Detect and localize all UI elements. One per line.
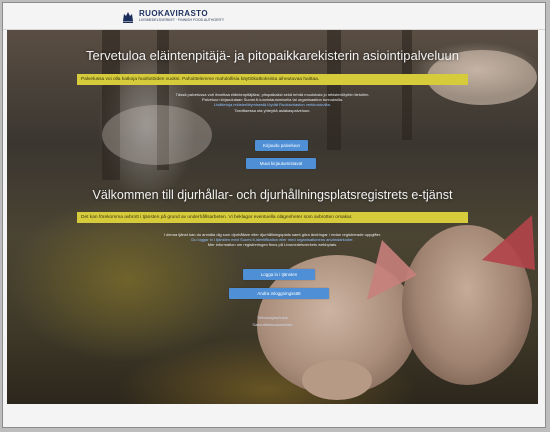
swedish-welcome-title: Välkommen till djurhållar- och djurhålln… (92, 188, 453, 202)
info-line: Mer information om registreringen finns … (207, 242, 338, 248)
browser-frame: RUOKAVIRASTO LIVSMEDELSVERKET · FINNISH … (2, 2, 546, 428)
swedish-maintenance-notice: Det kan förekomma avbrott i tjänsten på … (77, 212, 468, 223)
finnish-other-login-button[interactable]: Muut kirjautumistavat (246, 158, 316, 169)
accessibility-link[interactable]: Saavutettavuusseloste (7, 322, 538, 327)
ruokavirasto-logo[interactable]: RUOKAVIRASTO LIVSMEDELSVERKET · FINNISH … (121, 9, 224, 24)
finnish-maintenance-notice: Palvelussa voi olla katkoja huoltotöiden… (77, 74, 468, 85)
site-header: RUOKAVIRASTO LIVSMEDELSVERKET · FINNISH … (3, 3, 545, 30)
finnish-info-text: Tässä palvelussa voit ilmoittaa eläinten… (102, 92, 443, 113)
privacy-link[interactable]: Tietosuojaseloste (7, 315, 538, 320)
logo-subtitle: LIVSMEDELSVERKET · FINNISH FOOD AUTHORIT… (139, 18, 225, 23)
logo-name: RUOKAVIRASTO (139, 9, 208, 19)
finnish-login-button[interactable]: Kirjaudu palveluun (255, 140, 308, 151)
finnish-welcome-title: Tervetuloa eläintenpitäjä- ja pitopaikka… (86, 48, 459, 63)
welcome-content: Tervetuloa eläintenpitäjä- ja pitopaikka… (7, 30, 538, 404)
swedish-other-login-button[interactable]: Andra inloggningssätt (229, 288, 329, 299)
lion-crest-icon (123, 11, 133, 23)
info-line: Tarvittaessa ota yhteyttä asiakaspalvelu… (234, 107, 311, 113)
swedish-login-button[interactable]: Logga in i tjänsten (243, 269, 315, 280)
swedish-info-text: I denna tjänst kan du anmäla dig som dju… (102, 232, 443, 248)
hero-background: Tervetuloa eläintenpitäjä- ja pitopaikka… (7, 30, 538, 404)
